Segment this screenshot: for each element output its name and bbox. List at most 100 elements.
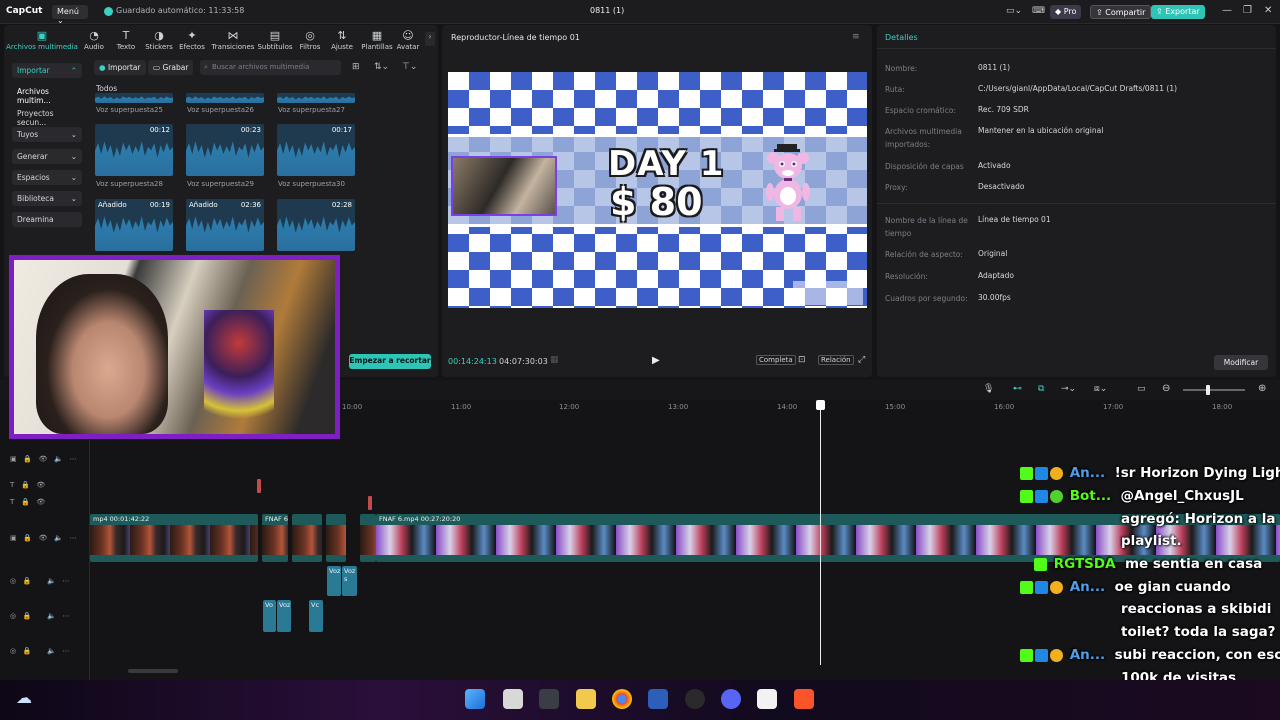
start-crop-button[interactable]: Empezar a recortar — [349, 354, 431, 369]
tab-filters[interactable]: ◎ Filtros — [292, 29, 328, 51]
chrome-icon[interactable] — [612, 689, 632, 709]
layout-icon[interactable]: ▭⌄ — [1006, 6, 1022, 16]
task-view-icon[interactable] — [503, 689, 523, 709]
fullscreen-icon[interactable]: ⤢ — [858, 355, 865, 365]
media-thumbnail[interactable]: 00:23 — [186, 124, 264, 176]
app-icon[interactable] — [539, 689, 559, 709]
tab-text[interactable]: T Texto — [108, 29, 144, 51]
tab-effects[interactable]: ✦ Efectos — [174, 29, 210, 51]
track-controls-main[interactable]: ▣ 🔒 👁 🔈 ⋯ — [10, 534, 77, 542]
sidebar-item-importar[interactable]: Importar ⌃ — [12, 63, 82, 78]
cloud-icon[interactable]: ☁ — [16, 688, 32, 707]
media-thumbnail[interactable]: Añadido 00:19 — [95, 199, 173, 251]
video-clip[interactable] — [292, 514, 322, 562]
templates-icon: ▦ — [371, 29, 383, 42]
discord-icon[interactable] — [721, 689, 741, 709]
track-controls-audio[interactable]: ◎ 🔒 🔈 ⋯ — [10, 577, 69, 585]
menu-button[interactable]: Menú ⌄ — [52, 5, 88, 25]
keyboard-icon[interactable]: ⌨ — [1032, 6, 1045, 16]
media-thumbnail[interactable]: 00:17 — [277, 124, 355, 176]
sidebar-item-generar[interactable]: Generar ⌄ — [12, 149, 82, 164]
tab-audio[interactable]: ◔ Audio — [76, 29, 112, 51]
zoom-slider[interactable] — [1183, 389, 1245, 391]
sidebar-item-biblioteca[interactable]: Biblioteca ⌄ — [12, 191, 82, 206]
export-button[interactable]: ⇪ Exportar — [1151, 5, 1205, 19]
word-icon[interactable] — [648, 689, 668, 709]
track-controls-text[interactable]: T 🔒 👁 — [10, 498, 45, 506]
zoom-out-icon[interactable]: ⊖ — [1162, 383, 1170, 394]
zoom-slider-handle[interactable] — [1206, 385, 1210, 395]
capcut-taskbar-icon[interactable] — [757, 689, 777, 709]
maximize-icon[interactable]: ❐ — [1243, 5, 1252, 16]
sidebar-item-archivos[interactable]: Archivos multim... — [12, 84, 82, 105]
media-thumbnail[interactable]: 02:28 — [277, 199, 355, 251]
play-icon[interactable]: ▶ — [652, 355, 660, 366]
zoom-in-icon[interactable]: ⊕ — [1258, 383, 1266, 394]
tab-media[interactable]: ▣ Archivos multimedia — [6, 29, 78, 51]
video-clip[interactable]: FNAF 6 — [262, 514, 288, 562]
audio-clip[interactable]: Vo — [263, 600, 276, 632]
media-thumbnail[interactable] — [186, 93, 264, 103]
windows-start-icon[interactable] — [465, 689, 485, 709]
obs-icon[interactable] — [685, 689, 705, 709]
tab-transitions[interactable]: ⋈ Transiciones — [211, 29, 255, 51]
grid-view-icon[interactable]: ⊞ — [352, 62, 360, 72]
full-quality-button[interactable]: Completa — [756, 355, 796, 365]
microphone-icon[interactable]: 🎙 — [983, 384, 994, 394]
share-button[interactable]: ⇪ Compartir — [1090, 5, 1152, 19]
media-thumbnail[interactable] — [277, 93, 355, 103]
tab-adjust[interactable]: ⇅ Ajuste — [324, 29, 360, 51]
tab-stickers[interactable]: ◑ Stickers — [141, 29, 177, 51]
modify-button[interactable]: Modificar — [1214, 355, 1268, 370]
tab-avatar[interactable]: ☺ Avatar — [393, 29, 423, 51]
media-thumbnail[interactable] — [95, 93, 173, 103]
video-preview[interactable]: DAY 1 $ 80 — [448, 72, 867, 308]
playhead[interactable] — [820, 400, 821, 665]
link-icon[interactable]: ⊷ — [1013, 384, 1022, 394]
preview-axis-icon[interactable]: ⊸⌄ — [1061, 384, 1076, 394]
sidebar-item-espacios[interactable]: Espacios ⌄ — [12, 170, 82, 185]
search-input[interactable]: Buscar archivos multimedia — [200, 60, 341, 75]
audio-clip[interactable]: Voz s — [342, 566, 357, 596]
audio-clip[interactable]: Voz — [277, 600, 291, 632]
track-controls-audio[interactable]: ◎ 🔒 🔈 ⋯ — [10, 612, 69, 620]
caption-icon[interactable]: ▭ — [1137, 384, 1146, 394]
menu-icon[interactable]: ≡ — [852, 32, 860, 42]
snap-icon[interactable]: ⧉ — [1038, 384, 1044, 394]
video-clip[interactable] — [326, 514, 346, 562]
sticker-icon: ◑ — [154, 29, 164, 42]
playhead-handle[interactable] — [816, 400, 825, 410]
track-controls-video[interactable]: ▣ 🔒 👁 🔈 ⋯ — [10, 455, 77, 463]
video-clip[interactable]: mp4 00:01:42:22 — [90, 514, 258, 562]
tabs-next-icon[interactable]: › — [425, 32, 435, 46]
minimize-icon[interactable]: — — [1222, 5, 1232, 16]
pro-button[interactable]: ◆ Pro — [1050, 5, 1082, 19]
tab-subtitles[interactable]: ▤ Subtítulos — [255, 29, 295, 51]
tab-templates[interactable]: ▦ Plantillas — [358, 29, 396, 51]
brave-icon[interactable] — [794, 689, 814, 709]
track-controls-audio[interactable]: ◎ 🔒 🔈 ⋯ — [10, 647, 69, 655]
audio-clip[interactable]: Voz — [327, 566, 341, 596]
sort-icon[interactable]: ⇅⌄ — [374, 62, 389, 72]
split-icon[interactable]: ⧈⌄ — [1094, 384, 1107, 394]
file-explorer-icon[interactable] — [576, 689, 596, 709]
sidebar-item-proyectos[interactable]: Proyectos secun... — [12, 106, 82, 127]
close-icon[interactable]: ✕ — [1264, 5, 1272, 16]
record-button[interactable]: ▭ Grabar — [148, 60, 194, 75]
filter-all-label[interactable]: Todos — [96, 84, 117, 93]
audio-clip[interactable]: Vc — [309, 600, 323, 632]
timeline-marker[interactable] — [368, 496, 372, 510]
filter-icon[interactable]: ⊤⌄ — [402, 62, 417, 72]
track-controls-text[interactable]: T 🔒 👁 — [10, 481, 45, 489]
timecode-toggle-icon[interactable]: ▦ — [550, 355, 559, 365]
timeline-scrollbar[interactable] — [128, 669, 178, 673]
aspect-ratio-button[interactable]: Relación — [818, 355, 854, 365]
import-button[interactable]: ● Importar — [94, 60, 146, 75]
video-clip[interactable] — [360, 514, 376, 562]
media-thumbnail[interactable]: 00:12 — [95, 124, 173, 176]
timeline-marker[interactable] — [257, 479, 261, 493]
crop-icon[interactable]: ⊡ — [798, 355, 806, 365]
sidebar-item-tuyos[interactable]: Tuyos ⌄ — [12, 127, 82, 142]
media-thumbnail[interactable]: Añadido 02:36 — [186, 199, 264, 251]
sidebar-item-dreamina[interactable]: Dreamina — [12, 212, 82, 227]
